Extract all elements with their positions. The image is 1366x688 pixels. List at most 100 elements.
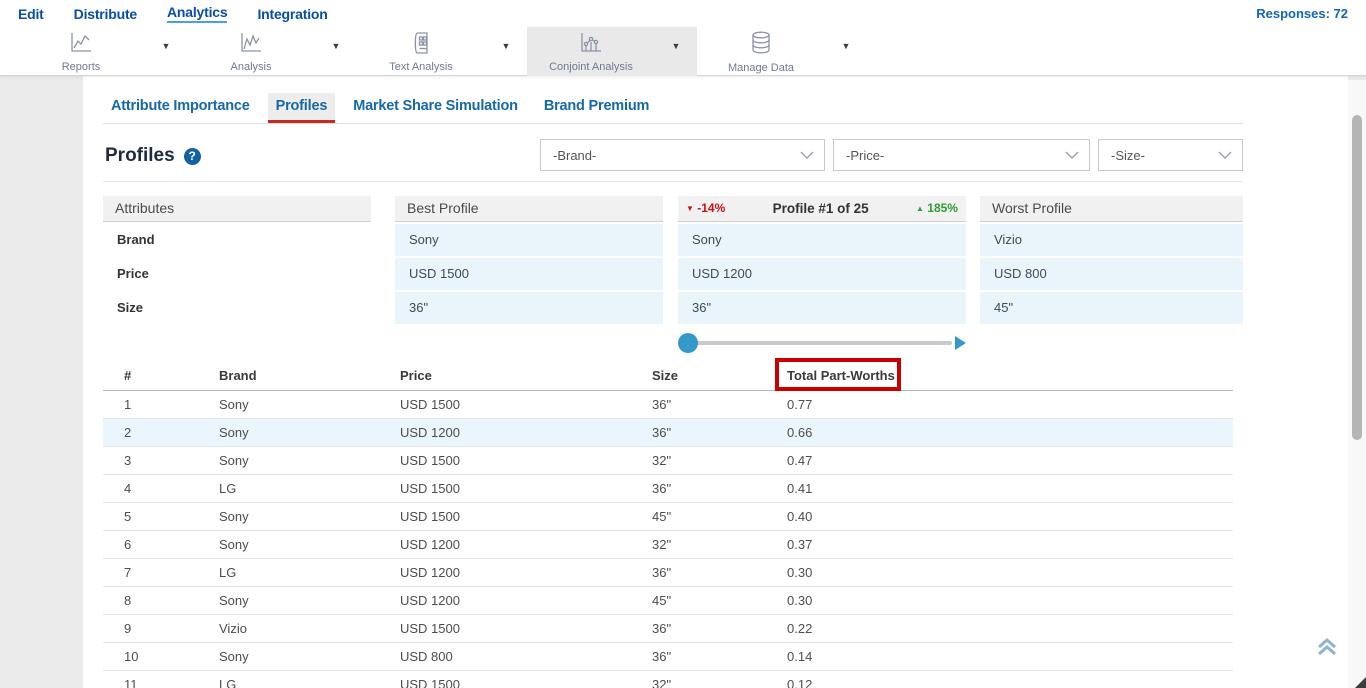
manage-data-dropdown-caret[interactable]: ▼: [825, 41, 867, 63]
table-cell: 36": [652, 643, 671, 671]
toolbar-label: Text Analysis: [389, 61, 453, 73]
table-cell: 8: [124, 587, 131, 615]
attributes-header: Attributes: [103, 196, 371, 222]
table-row[interactable]: 9VizioUSD 150036"0.22: [103, 615, 1233, 643]
table-cell: 7: [124, 559, 131, 587]
analysis-dropdown-caret[interactable]: ▼: [315, 41, 357, 63]
slider-next-arrow-icon[interactable]: [955, 336, 966, 350]
table-row[interactable]: 3SonyUSD 150032"0.47: [103, 447, 1233, 475]
toolbar-label: Manage Data: [728, 62, 794, 74]
conjoint-sub-tabs: Attribute Importance Profiles Market Sha…: [103, 93, 1243, 124]
table-cell: Sony: [219, 531, 249, 559]
price-filter-dropdown[interactable]: -Price-: [833, 139, 1090, 171]
brand-filter-dropdown[interactable]: -Brand-: [540, 139, 825, 171]
tab-market-share-simulation[interactable]: Market Share Simulation: [345, 93, 526, 123]
percent-down-badge: ▼ -14%: [686, 196, 725, 221]
nav-item-edit[interactable]: Edit: [18, 6, 44, 22]
brand-filter-value: -Brand-: [553, 148, 596, 163]
table-cell: LG: [219, 559, 236, 587]
table-row[interactable]: 10SonyUSD 80036"0.14: [103, 643, 1233, 671]
slider-handle[interactable]: [678, 333, 698, 353]
table-cell: 0.77: [787, 391, 812, 419]
current-profile-price: USD 1200: [678, 258, 966, 290]
table-row[interactable]: 6SonyUSD 120032"0.37: [103, 531, 1233, 559]
profile-slider: [678, 333, 966, 353]
red-annotation-box: [775, 358, 901, 391]
worst-profile-size: 45": [980, 292, 1243, 324]
text-analysis-button[interactable]: Text Analysis: [357, 27, 485, 76]
table-cell: Sony: [219, 503, 249, 531]
table-cell: 0.12: [787, 671, 812, 688]
conjoint-analysis-dropdown-caret[interactable]: ▼: [655, 41, 697, 63]
table-cell: 9: [124, 615, 131, 643]
table-cell: 6: [124, 531, 131, 559]
table-cell: 45": [652, 587, 671, 615]
table-cell: 45": [652, 503, 671, 531]
table-cell: USD 1500: [400, 391, 460, 419]
current-profile-header: ▼ -14% Profile #1 of 25 ▲ 185%: [678, 196, 966, 222]
tab-attribute-importance[interactable]: Attribute Importance: [103, 93, 258, 123]
chevron-down-icon: [1218, 151, 1232, 159]
table-row[interactable]: 2SonyUSD 120036"0.66: [103, 419, 1233, 447]
table-cell: 0.41: [787, 475, 812, 503]
table-cell: 0.30: [787, 559, 812, 587]
nav-item-distribute[interactable]: Distribute: [74, 6, 137, 22]
reports-dropdown-caret[interactable]: ▼: [145, 41, 187, 63]
help-icon[interactable]: ?: [184, 148, 201, 165]
table-row[interactable]: 5SonyUSD 150045"0.40: [103, 503, 1233, 531]
nav-item-integration[interactable]: Integration: [257, 6, 327, 22]
toolbar-segment-text-analysis: Text Analysis ▼: [357, 27, 527, 76]
analysis-button[interactable]: Analysis: [187, 27, 315, 76]
current-profile-brand: Sony: [678, 224, 966, 256]
table-cell: Sony: [219, 447, 249, 475]
worst-profile-header: Worst Profile: [980, 196, 1243, 222]
table-cell: 3: [124, 447, 131, 475]
text-analysis-dropdown-caret[interactable]: ▼: [485, 41, 527, 63]
table-cell: 0.22: [787, 615, 812, 643]
slider-track[interactable]: [688, 341, 952, 345]
double-chevron-up-icon: [1315, 645, 1339, 662]
profiles-table: # Brand Price Size Total Part-Worths 1So…: [103, 361, 1233, 688]
table-cell: 36": [652, 615, 671, 643]
table-cell: USD 1200: [400, 587, 460, 615]
table-cell: 2: [124, 419, 131, 447]
scroll-to-top-button[interactable]: [1315, 636, 1339, 663]
table-row[interactable]: 7LGUSD 120036"0.30: [103, 559, 1233, 587]
table-cell: 36": [652, 391, 671, 419]
reports-button[interactable]: Reports: [17, 27, 145, 76]
nav-menu: Edit Distribute Analytics Integration: [18, 4, 328, 23]
table-row[interactable]: 1SonyUSD 150036"0.77: [103, 391, 1233, 419]
table-row[interactable]: 11LGUSD 150032"0.12: [103, 671, 1233, 688]
line-chart-icon: [68, 31, 94, 60]
table-cell: 36": [652, 419, 671, 447]
manage-data-button[interactable]: Manage Data: [697, 27, 825, 76]
conjoint-analysis-button[interactable]: Conjoint Analysis: [527, 27, 655, 76]
table-cell: Sony: [219, 587, 249, 615]
nav-item-analytics[interactable]: Analytics: [167, 4, 227, 23]
text-document-icon: [408, 31, 434, 60]
scrollbar-thumb[interactable]: [1352, 115, 1362, 440]
size-filter-dropdown[interactable]: -Size-: [1098, 139, 1243, 171]
scrollbar-track[interactable]: [1348, 80, 1366, 688]
database-icon: [748, 30, 774, 61]
responses-count-link[interactable]: Responses: 72: [1256, 6, 1348, 21]
current-profile-size: 36": [678, 292, 966, 324]
worst-profile-price: USD 800: [980, 258, 1243, 290]
tab-profiles[interactable]: Profiles: [268, 93, 336, 123]
table-row[interactable]: 8SonyUSD 120045"0.30: [103, 587, 1233, 615]
table-cell: USD 1500: [400, 615, 460, 643]
table-cell: 32": [652, 531, 671, 559]
window-resize-corner[interactable]: [1355, 677, 1366, 688]
table-cell: USD 800: [400, 643, 453, 671]
table-row[interactable]: 4LGUSD 150036"0.41: [103, 475, 1233, 503]
table-cell: LG: [219, 671, 236, 688]
attribute-label-price: Price: [103, 258, 371, 290]
percent-up-badge: ▲ 185%: [916, 196, 958, 221]
tab-brand-premium[interactable]: Brand Premium: [536, 93, 657, 123]
table-cell: 0.66: [787, 419, 812, 447]
table-cell: USD 1500: [400, 447, 460, 475]
table-cell: USD 1200: [400, 531, 460, 559]
toolbar-label: Conjoint Analysis: [549, 61, 633, 73]
best-profile-size: 36": [395, 292, 663, 324]
chevron-down-icon: [1065, 151, 1079, 159]
